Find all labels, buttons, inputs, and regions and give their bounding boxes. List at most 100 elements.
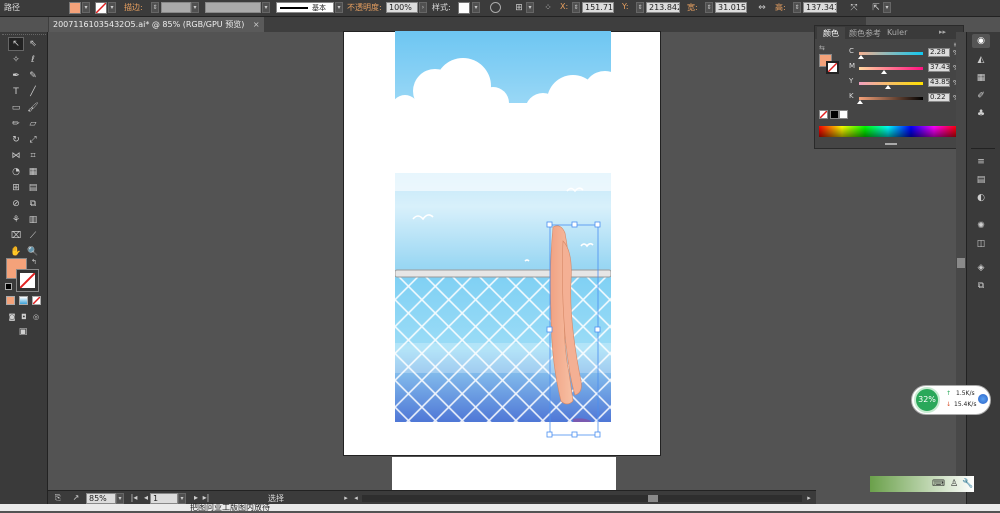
stroke-weight-stepper[interactable]: ⇕: [151, 2, 159, 13]
symbol-sprayer-tool-icon[interactable]: ⚘: [10, 214, 22, 226]
column-graph-tool-icon[interactable]: ▥: [27, 214, 39, 226]
slider-thumb[interactable]: [885, 85, 891, 89]
selection-bounding-box[interactable]: [540, 220, 610, 440]
height-label[interactable]: 高:: [775, 2, 786, 13]
height-field[interactable]: 137.341: [803, 2, 837, 13]
hand-tool-icon[interactable]: ✋: [10, 246, 22, 258]
draw-behind-icon[interactable]: ◘: [18, 311, 30, 323]
opacity-dropdown[interactable]: ›: [419, 2, 427, 13]
color-panel-icon[interactable]: ◉: [972, 34, 990, 48]
pencil-tool-icon[interactable]: ✏: [10, 118, 22, 130]
slider-value-field[interactable]: 0.22: [928, 93, 950, 102]
swap-fill-stroke-icon[interactable]: ↰: [31, 258, 37, 266]
width-label[interactable]: 宽:: [687, 2, 698, 13]
gradient-panel-icon[interactable]: ▤: [975, 174, 987, 186]
opacity-field[interactable]: 100%: [386, 2, 418, 13]
document-tab[interactable]: 20071161035432O5.ai* @ 85% (RGB/GPU 预览) …: [49, 17, 264, 32]
graphic-styles-icon[interactable]: ◫: [975, 238, 987, 250]
opacity-label[interactable]: 不透明度:: [347, 2, 382, 13]
draw-normal-icon[interactable]: ◙: [6, 311, 18, 323]
artboard-dropdown[interactable]: ▾: [178, 493, 186, 504]
slider-thumb[interactable]: [881, 70, 887, 74]
isolate-icon[interactable]: ⇱: [870, 2, 882, 14]
panel-stroke-box[interactable]: [826, 61, 839, 74]
none-color-box[interactable]: [819, 110, 828, 119]
tab-color-guide[interactable]: 颜色参考: [849, 28, 881, 39]
stroke-weight-dropdown[interactable]: ▾: [191, 2, 199, 13]
horizontal-scrollbar[interactable]: [362, 495, 802, 502]
lasso-tool-icon[interactable]: ℓ: [27, 54, 39, 66]
curvature-tool-icon[interactable]: ✎: [27, 70, 39, 82]
keyboard-icon[interactable]: ⌨: [932, 478, 945, 490]
panel-menu-dropdown[interactable]: ▾: [883, 2, 891, 13]
blend-tool-icon[interactable]: ⧉: [27, 198, 39, 210]
screen-mode-icon[interactable]: ▣: [17, 326, 29, 338]
artboard-number-field[interactable]: 1: [150, 493, 178, 504]
zoom-tool-icon[interactable]: 🔍: [27, 246, 39, 258]
color-spectrum[interactable]: [819, 126, 957, 137]
stroke-label[interactable]: 描边:: [124, 2, 143, 13]
recolor-icon[interactable]: [490, 2, 501, 13]
eyedropper-tool-icon[interactable]: ⊘: [10, 198, 22, 210]
slider-track[interactable]: [859, 82, 923, 85]
zoom-dropdown[interactable]: ▾: [116, 493, 124, 504]
width-tool-icon[interactable]: ⋈: [10, 150, 22, 162]
reference-point-icon[interactable]: ⁘: [542, 2, 554, 14]
wrench-icon[interactable]: 🔧: [962, 478, 974, 490]
constrain-proportions-icon[interactable]: ⇔: [756, 2, 768, 14]
symbols-icon[interactable]: ♣: [975, 108, 987, 120]
white-color-box[interactable]: [839, 110, 848, 119]
zoom-field[interactable]: 85%: [86, 493, 116, 504]
type-tool-icon[interactable]: T: [10, 86, 22, 98]
align-icon[interactable]: ⊞: [513, 2, 525, 14]
gradient-mode-icon[interactable]: [19, 296, 28, 305]
y-stepper[interactable]: ⇕: [636, 2, 644, 13]
y-field[interactable]: 213.842: [646, 2, 680, 13]
color-guide-icon[interactable]: ◭: [975, 54, 987, 66]
network-speed-widget[interactable]: 32% ↑ 1.5K/s ↓ 15.4K/s: [911, 385, 991, 415]
transform-icon[interactable]: ⤧: [848, 2, 860, 14]
pen-tool-icon[interactable]: ✒: [10, 70, 22, 82]
height-stepper[interactable]: ⇕: [793, 2, 801, 13]
stroke-weight-field[interactable]: [161, 2, 191, 13]
scroll-right-icon[interactable]: ▸: [803, 492, 815, 504]
slider-track[interactable]: [859, 97, 923, 100]
magic-wand-tool-icon[interactable]: ✧: [10, 54, 22, 66]
slider-value-field[interactable]: 2.28: [928, 48, 950, 57]
width-stepper[interactable]: ⇕: [705, 2, 713, 13]
slider-value-field[interactable]: 43.85: [928, 78, 950, 87]
selection-tool-icon[interactable]: ↖: [10, 38, 22, 50]
horizontal-scroll-thumb[interactable]: [648, 495, 658, 502]
scale-tool-icon[interactable]: ⤢: [27, 134, 39, 146]
first-artboard-icon[interactable]: |◂: [128, 492, 140, 504]
default-colors-icon[interactable]: [5, 283, 12, 290]
scroll-left-icon[interactable]: ◂: [350, 492, 362, 504]
direct-selection-tool-icon[interactable]: ⇖: [27, 38, 39, 50]
slider-thumb[interactable]: [857, 100, 863, 104]
slider-track[interactable]: [859, 52, 923, 55]
variable-width-field[interactable]: [205, 2, 261, 13]
style-dropdown[interactable]: ▾: [472, 2, 480, 13]
brushes-icon[interactable]: ✐: [975, 90, 987, 102]
mesh-tool-icon[interactable]: ⊞: [10, 182, 22, 194]
none-mode-icon[interactable]: [32, 296, 41, 305]
paintbrush-tool-icon[interactable]: 🖌: [27, 102, 39, 114]
transparency-panel-icon[interactable]: ◐: [975, 192, 987, 204]
black-color-box[interactable]: [830, 110, 839, 119]
brush-definition-box[interactable]: 基本: [276, 2, 334, 13]
swatches-icon[interactable]: ▦: [975, 72, 987, 84]
open-in-bridge-icon[interactable]: ⎘: [52, 492, 64, 504]
free-transform-tool-icon[interactable]: ⌗: [27, 150, 39, 162]
slider-track[interactable]: [859, 67, 923, 70]
stroke-panel-icon[interactable]: ≡: [975, 156, 987, 168]
variable-width-dropdown[interactable]: ▾: [262, 2, 270, 13]
tab-kuler[interactable]: Kuler: [887, 28, 907, 37]
panel-resize-grip[interactable]: [885, 143, 897, 145]
line-tool-icon[interactable]: ╱: [27, 86, 39, 98]
close-tab-icon[interactable]: ×: [253, 20, 260, 29]
rotate-tool-icon[interactable]: ↻: [10, 134, 22, 146]
appearance-panel-icon[interactable]: ✺: [975, 220, 987, 232]
fill-dropdown[interactable]: ▾: [82, 2, 90, 13]
user-icon[interactable]: ♙: [948, 478, 960, 490]
brush-dropdown[interactable]: ▾: [335, 2, 343, 13]
